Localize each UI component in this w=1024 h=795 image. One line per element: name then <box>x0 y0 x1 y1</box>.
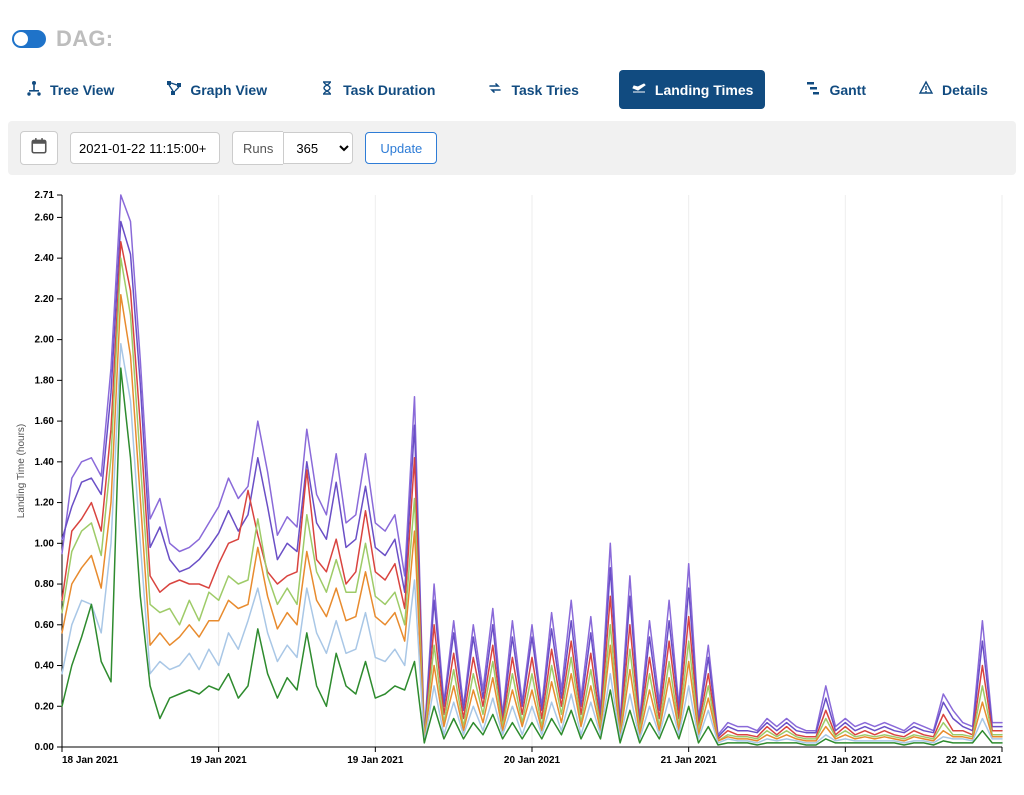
svg-text:19 Jan 2021: 19 Jan 2021 <box>191 755 248 766</box>
svg-text:1.40: 1.40 <box>35 457 55 468</box>
svg-text:0.40: 0.40 <box>35 661 55 672</box>
tab-details[interactable]: Details <box>906 70 1000 109</box>
svg-text:1.20: 1.20 <box>35 498 55 509</box>
svg-text:2.71: 2.71 <box>35 190 55 201</box>
hourglass-icon <box>319 80 335 99</box>
gantt-icon <box>805 80 821 99</box>
update-button[interactable]: Update <box>365 132 437 164</box>
svg-text:1.00: 1.00 <box>35 538 55 549</box>
tab-label: Task Duration <box>343 82 435 98</box>
datetime-input[interactable] <box>70 132 220 164</box>
landing-times-chart: 0.00 0.20 0.40 0.60 0.80 1.00 1.20 1.40 1.60 1.80… <box>10 187 1014 777</box>
svg-text:20 Jan 2021: 20 Jan 2021 <box>504 755 561 766</box>
filter-toolbar: Runs 365 Update <box>8 121 1016 175</box>
svg-text:1.80: 1.80 <box>35 375 55 386</box>
runs-select[interactable]: 365 <box>283 132 353 164</box>
svg-text:2.60: 2.60 <box>35 212 55 223</box>
tab-label: Graph View <box>190 82 267 98</box>
tab-label: Tree View <box>50 82 114 98</box>
svg-text:18 Jan 2021: 18 Jan 2021 <box>62 755 119 766</box>
svg-text:Landing Time (hours): Landing Time (hours) <box>16 424 27 519</box>
tab-task-duration[interactable]: Task Duration <box>307 70 447 109</box>
svg-text:2.00: 2.00 <box>35 335 55 346</box>
calendar-icon <box>30 137 48 160</box>
dag-toggle[interactable] <box>12 30 46 48</box>
tab-task-tries[interactable]: Task Tries <box>475 70 590 109</box>
runs-label: Runs <box>232 131 283 165</box>
svg-text:2.40: 2.40 <box>35 253 55 264</box>
svg-text:0.20: 0.20 <box>35 701 55 712</box>
chart-container: 0.00 0.20 0.40 0.60 0.80 1.00 1.20 1.40 1.60 1.80… <box>10 187 1014 777</box>
tab-label: Details <box>942 82 988 98</box>
tab-gantt[interactable]: Gantt <box>793 70 878 109</box>
page-header: DAG: <box>0 0 1024 52</box>
tree-icon <box>26 80 42 99</box>
warning-icon <box>918 80 934 99</box>
landing-icon <box>631 80 647 99</box>
tab-label: Task Tries <box>511 82 578 98</box>
tab-label: Gantt <box>829 82 866 98</box>
tab-graph-view[interactable]: Graph View <box>154 70 279 109</box>
tab-landing-times[interactable]: Landing Times <box>619 70 766 109</box>
graph-icon <box>166 80 182 99</box>
runs-group: Runs 365 <box>232 131 353 165</box>
datepicker-button[interactable] <box>20 131 58 165</box>
dag-title: DAG: <box>56 26 113 52</box>
tab-tree-view[interactable]: Tree View <box>14 70 126 109</box>
tab-bar: Tree View Graph View Task Duration Task … <box>0 52 1024 121</box>
retry-icon <box>487 80 503 99</box>
svg-text:1.60: 1.60 <box>35 416 55 427</box>
svg-text:0.80: 0.80 <box>35 579 55 590</box>
svg-text:0.60: 0.60 <box>35 620 55 631</box>
svg-text:21 Jan 2021: 21 Jan 2021 <box>661 755 718 766</box>
svg-text:22 Jan 2021: 22 Jan 2021 <box>946 755 1003 766</box>
tab-label: Landing Times <box>655 82 754 98</box>
svg-text:21 Jan 2021: 21 Jan 2021 <box>817 755 874 766</box>
svg-text:0.00: 0.00 <box>35 742 55 753</box>
svg-text:2.20: 2.20 <box>35 294 55 305</box>
svg-text:19 Jan 2021: 19 Jan 2021 <box>347 755 404 766</box>
